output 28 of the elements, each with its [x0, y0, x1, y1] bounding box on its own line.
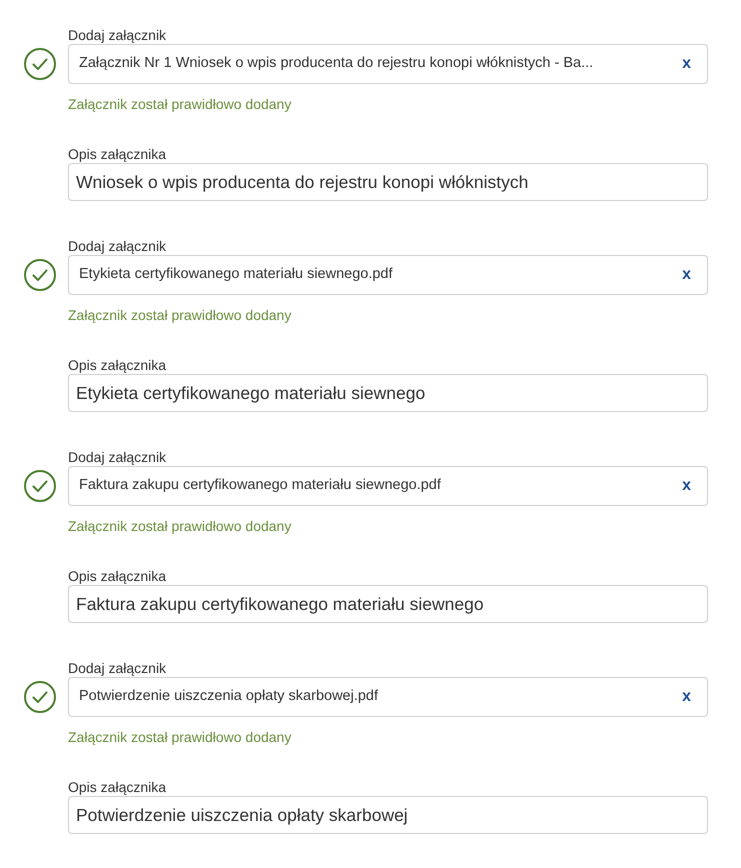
success-message: Załącznik został prawidłowo dodany	[68, 729, 292, 745]
description-field[interactable]: Faktura zakupu certyfikowanego materiału siewnego	[68, 585, 708, 623]
success-message: Załącznik został prawidłowo dodany	[68, 307, 292, 323]
file-field[interactable]: Potwierdzenie uiszczenia opłaty skarbowej.pdf x	[68, 677, 708, 717]
file-field[interactable]: Załącznik Nr 1 Wniosek o wpis producenta do rejestru konopi włóknistych - Ba... x	[68, 44, 708, 84]
file-name: Etykieta certyfikowanego materiału siewnego.pdf	[79, 265, 394, 284]
field-label: Dodaj załącznik	[68, 660, 168, 676]
file-field[interactable]: Faktura zakupu certyfikowanego materiału siewnego.pdf x	[68, 466, 708, 506]
remove-button[interactable]: x	[680, 478, 693, 494]
description-field[interactable]: Wniosek o wpis producenta do rejestru konopi włóknistych	[68, 163, 708, 201]
file-name: Potwierdzenie uiszczenia opłaty skarbowej.pdf	[79, 687, 380, 706]
field-label: Dodaj załącznik	[68, 238, 168, 254]
success-message: Załącznik został prawidłowo dodany	[68, 518, 292, 534]
remove-button[interactable]: x	[680, 56, 693, 72]
file-field[interactable]: Etykieta certyfikowanego materiału siewnego.pdf x	[68, 255, 708, 295]
success-message: Załącznik został prawidłowo dodany	[68, 96, 292, 112]
remove-button[interactable]: x	[680, 267, 693, 283]
file-name: Załącznik Nr 1 Wniosek o wpis producenta do rejestru konopi włóknistych - Ba...	[79, 54, 594, 74]
field-label: Dodaj załącznik	[68, 27, 168, 43]
remove-button[interactable]: x	[680, 689, 693, 705]
description-field[interactable]: Potwierdzenie uiszczenia opłaty skarbowej	[68, 796, 708, 834]
field-label: Opis załącznika	[68, 779, 168, 795]
file-name: Faktura zakupu certyfikowanego materiału siewnego.pdf	[79, 476, 442, 496]
field-label: Opis załącznika	[68, 568, 168, 584]
description-field[interactable]: Etykieta certyfikowanego materiału siewnego	[68, 374, 708, 412]
field-label: Dodaj załącznik	[68, 449, 168, 465]
field-label: Opis załącznika	[68, 357, 168, 373]
field-label: Opis załącznika	[68, 146, 168, 162]
